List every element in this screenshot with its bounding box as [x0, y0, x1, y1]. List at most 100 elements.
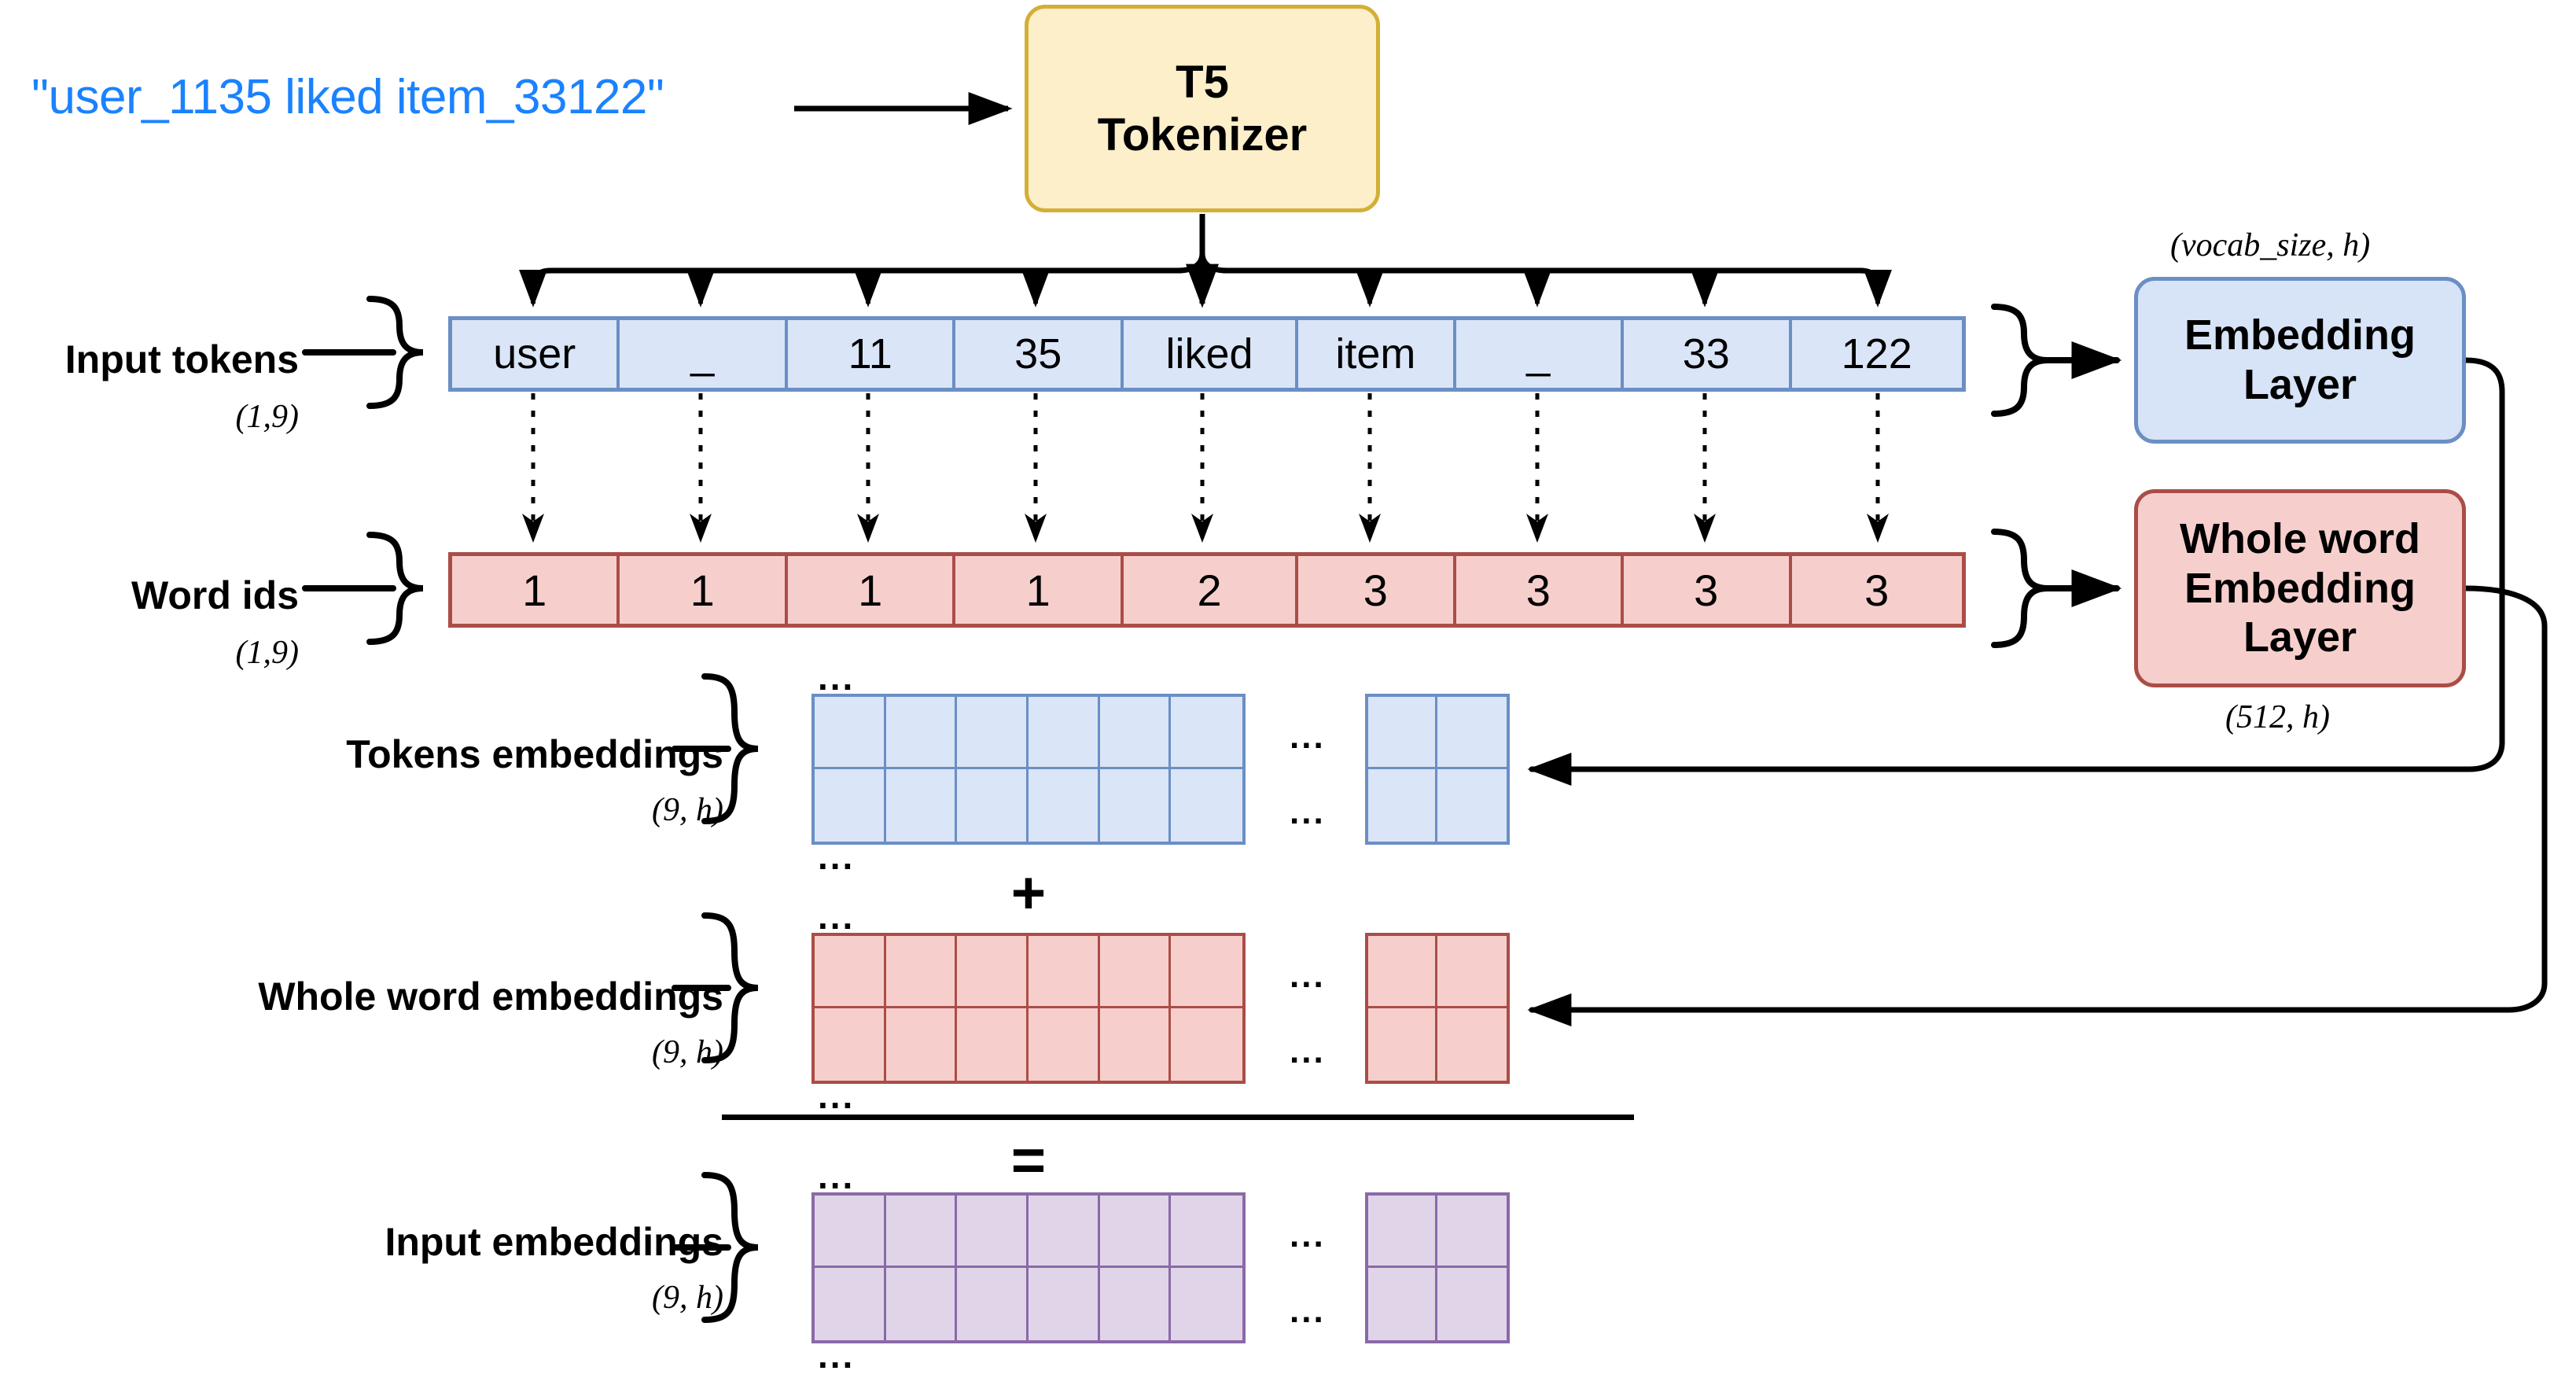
- embedding-layer-box[interactable]: Embedding Layer: [2134, 277, 2466, 444]
- diagram-canvas: "user_1135 liked item_33122" T5 Tokenize…: [0, 0, 2576, 1378]
- matrix-cell: [1099, 697, 1172, 769]
- shape-tokens-embeddings: (9, h): [652, 792, 723, 828]
- matrix-cell: [1100, 769, 1172, 842]
- matrix-cell: [815, 769, 886, 842]
- matrix-cell: [1099, 936, 1172, 1008]
- embedding-layer-label-line2: Layer: [2243, 361, 2357, 408]
- matrix-cell: [1368, 1008, 1437, 1081]
- matrix-cell: [1368, 769, 1437, 842]
- token-cell: 35: [955, 320, 1124, 388]
- ellipsis-ww-mid-upper: ...: [1290, 956, 1326, 995]
- ellipsis-input-mid-upper: ...: [1290, 1216, 1326, 1255]
- shape-input-tokens: (1,9): [235, 399, 299, 435]
- matrix-cell: [1029, 769, 1100, 842]
- ellipsis-input-bottom: ...: [818, 1335, 856, 1376]
- word-ids-strip: 111123333: [448, 552, 1966, 628]
- matrix-cell: [1028, 936, 1100, 1008]
- tokens-embeddings-matrix-tail: [1365, 694, 1510, 845]
- matrix-cell: [815, 1268, 886, 1340]
- word-id-cell: 3: [1624, 556, 1792, 624]
- matrix-cell: [886, 1008, 958, 1081]
- brace-wordids-to-ww-embedding: [1991, 529, 2122, 648]
- matrix-cell: [886, 1268, 958, 1340]
- ellipsis-tokens-mid-upper: ...: [1290, 717, 1326, 756]
- matrix-cell: [885, 697, 958, 769]
- matrix-cell: [957, 1268, 1029, 1340]
- ww-embedding-layer-label-line3: Layer: [2243, 613, 2357, 661]
- whole-word-embedding-layer-shape-label: (512, h): [2225, 699, 2330, 735]
- matrix-cell: [1099, 1196, 1172, 1268]
- tokenizer-label-line2: Tokenizer: [1097, 109, 1308, 160]
- matrix-cell: [957, 697, 1029, 769]
- matrix-cell: [815, 936, 886, 1008]
- matrix-cell: [886, 769, 958, 842]
- input-sentence-text: "user_1135 liked item_33122": [31, 70, 664, 124]
- token-cell: liked: [1124, 320, 1299, 388]
- ellipsis-ww-bottom: ...: [818, 1075, 856, 1116]
- whole-word-embeddings-matrix: [811, 933, 1246, 1084]
- matrix-cell: [957, 1008, 1029, 1081]
- token-cell: _: [620, 320, 788, 388]
- word-id-cell: 3: [1298, 556, 1456, 624]
- matrix-cell: [1368, 1268, 1437, 1340]
- matrix-cell: [957, 1196, 1029, 1268]
- word-id-cell: 1: [620, 556, 788, 624]
- equals-operator: =: [1010, 1127, 1047, 1194]
- matrix-cell: [1437, 1196, 1507, 1268]
- summation-rule: [722, 1115, 1634, 1120]
- matrix-cell: [1437, 1268, 1507, 1340]
- tokenizer-drop-arrows: [519, 253, 1892, 308]
- shape-whole-word-embeddings: (9, h): [652, 1034, 723, 1070]
- t5-tokenizer-box[interactable]: T5 Tokenizer: [1025, 5, 1380, 212]
- matrix-cell: [1437, 1008, 1507, 1081]
- embedding-layer-shape-label: (vocab_size, h): [2170, 227, 2371, 263]
- matrix-cell: [1171, 1196, 1242, 1268]
- label-whole-word-embeddings: Whole word embeddings: [258, 975, 723, 1019]
- tokens-embeddings-matrix: [811, 694, 1246, 845]
- word-id-cell: 3: [1864, 565, 1890, 615]
- token-cell: 11: [788, 320, 956, 388]
- input-embeddings-matrix-tail: [1365, 1192, 1510, 1343]
- matrix-cell: [1171, 1268, 1242, 1340]
- matrix-cell: [1028, 1196, 1100, 1268]
- matrix-cell: [815, 697, 886, 769]
- matrix-cell: [1437, 769, 1507, 842]
- plus-operator: +: [1010, 860, 1047, 927]
- label-input-embeddings: Input embeddings: [385, 1220, 723, 1264]
- shape-input-embeddings: (9, h): [652, 1280, 723, 1316]
- embedding-layer-label-line1: Embedding: [2184, 311, 2416, 359]
- matrix-cell: [1029, 1268, 1100, 1340]
- matrix-cell: [1171, 769, 1242, 842]
- whole-word-embedding-layer-box[interactable]: Whole word Embedding Layer: [2134, 489, 2466, 687]
- whole-word-embeddings-matrix-tail: [1365, 933, 1510, 1084]
- token-cell: 122: [1841, 330, 1912, 378]
- ww-embedding-layer-label-line2: Embedding: [2184, 564, 2416, 612]
- input-tokens-strip: user _ 11 35 liked item _ 33 122: [448, 316, 1966, 392]
- word-id-cell: 1: [955, 556, 1124, 624]
- token-cell: user: [452, 320, 620, 388]
- matrix-cell: [885, 936, 958, 1008]
- token-cell: item: [1298, 320, 1456, 388]
- label-word-ids: Word ids: [131, 573, 299, 617]
- matrix-cell: [1437, 936, 1507, 1008]
- matrix-cell: [815, 1008, 886, 1081]
- matrix-cell: [1368, 697, 1437, 769]
- ww-embedding-layer-label-line1: Whole word: [2180, 515, 2420, 563]
- matrix-cell: [957, 769, 1029, 842]
- matrix-cell: [1028, 697, 1100, 769]
- ellipsis-tokens-mid-lower: ...: [1290, 793, 1326, 831]
- matrix-cell: [1029, 1008, 1100, 1081]
- matrix-cell: [1171, 936, 1242, 1008]
- word-id-cell: 3: [1456, 556, 1625, 624]
- token-to-wordid-links: [522, 393, 1890, 543]
- word-id-cell: 1: [788, 556, 956, 624]
- label-tokens-embeddings: Tokens embeddings: [346, 732, 723, 776]
- shape-word-ids: (1,9): [235, 635, 299, 671]
- tokenizer-label-line1: T5: [1176, 56, 1229, 108]
- word-id-cell: 1: [452, 556, 620, 624]
- matrix-cell: [1100, 1268, 1172, 1340]
- input-embeddings-matrix: [811, 1192, 1246, 1343]
- word-id-cell: 2: [1124, 556, 1299, 624]
- tokenizer-fanout: [530, 214, 1881, 290]
- brace-tokens-to-embedding: [1991, 304, 2122, 417]
